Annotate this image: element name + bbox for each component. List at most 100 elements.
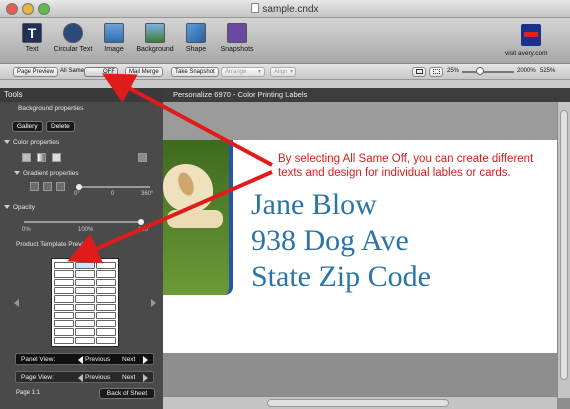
single-view-button[interactable] (412, 67, 426, 77)
template-cell[interactable] (54, 336, 74, 344)
template-preview[interactable] (51, 258, 119, 347)
toolbar-image-label: Image (104, 46, 124, 53)
template-cell[interactable] (75, 278, 95, 286)
opacity-mid-label: 100% (78, 227, 94, 233)
panel-previous-arrow-icon[interactable] (78, 356, 83, 364)
gradient-type-2[interactable] (43, 182, 52, 191)
address-line-street[interactable]: 938 Dog Ave (251, 224, 409, 258)
delete-button[interactable]: Delete (46, 121, 75, 132)
gradient-angle-slider[interactable] (78, 186, 150, 188)
template-cell[interactable] (75, 336, 95, 344)
arrange-dropdown[interactable]: Arrange ▾ (221, 67, 265, 77)
panel-previous-button[interactable]: Previous (85, 354, 110, 365)
circular-text-icon (63, 23, 83, 43)
template-cell[interactable] (54, 262, 74, 270)
template-cell[interactable] (54, 328, 74, 336)
toolbar-snapshots-button[interactable]: Snapshots (207, 23, 267, 53)
template-cell[interactable] (96, 320, 116, 328)
panel-next-arrow-icon[interactable] (143, 356, 148, 364)
template-cell[interactable] (96, 336, 116, 344)
template-cell[interactable] (54, 311, 74, 320)
zoom-slider-knob[interactable] (476, 67, 484, 75)
gradient-angle-knob[interactable] (76, 184, 82, 190)
opacity-heading[interactable]: Opacity (4, 204, 35, 211)
back-of-sheet-button[interactable]: Back of Sheet (99, 388, 155, 399)
gallery-button[interactable]: Gallery (12, 121, 43, 132)
tools-sidebar: Tools Background properties Gallery Dele… (0, 88, 163, 409)
zoom-slider[interactable] (462, 71, 514, 73)
template-cell[interactable] (75, 320, 95, 328)
avery-logo[interactable] (521, 24, 541, 46)
template-cell[interactable] (75, 311, 95, 320)
preview-next-arrow-icon[interactable] (151, 299, 156, 307)
gradient-properties-heading[interactable]: Gradient properties (14, 170, 79, 177)
avery-link[interactable]: visit avery.com (505, 50, 548, 57)
gradient-type-1[interactable] (30, 182, 39, 191)
template-cell[interactable] (54, 286, 74, 295)
snapshots-icon (227, 23, 247, 43)
page-view-nav: Page View: Previous Next (15, 371, 154, 383)
align-dropdown[interactable]: Align ▾ (270, 67, 296, 77)
horizontal-scrollbar[interactable] (163, 396, 557, 409)
template-cell[interactable] (54, 270, 74, 278)
mail-merge-button[interactable]: Mail Merge (125, 67, 163, 77)
page-next-button[interactable]: Next (122, 372, 135, 383)
workspace: Personalize 6970 - Color Printing Labels… (163, 88, 570, 409)
template-cell[interactable] (96, 278, 116, 286)
page-previous-button[interactable]: Previous (85, 372, 110, 383)
template-cell[interactable] (96, 311, 116, 320)
page-number: Page 1:1 (16, 390, 41, 396)
template-cell[interactable] (96, 270, 116, 278)
template-cell[interactable] (96, 303, 116, 311)
toolbar-shape-label: Shape (185, 46, 207, 53)
fill-color-swatch[interactable] (22, 153, 31, 162)
template-cell[interactable] (96, 286, 116, 295)
template-cell[interactable] (75, 303, 95, 311)
pattern-swatch[interactable] (52, 153, 61, 162)
page-previous-arrow-icon[interactable] (78, 374, 83, 382)
vertical-scrollbar[interactable] (557, 102, 570, 398)
template-cell[interactable] (54, 303, 74, 311)
color-properties-heading[interactable]: Color properties (4, 139, 59, 146)
grid-view-button[interactable] (429, 67, 443, 77)
main-toolbar: T Text Circular Text Image Background Sh… (0, 18, 570, 64)
align-label: Align (274, 69, 288, 75)
opacity-slider-knob[interactable] (138, 219, 144, 225)
opacity-slider[interactable] (24, 221, 144, 223)
horizontal-scroll-thumb[interactable] (267, 399, 449, 407)
template-cell[interactable] (96, 328, 116, 336)
gradient-swatch[interactable] (37, 153, 46, 162)
page-next-arrow-icon[interactable] (143, 374, 148, 382)
template-cell[interactable] (54, 320, 74, 328)
page-preview-button[interactable]: Page Preview (13, 67, 59, 77)
shape-icon (186, 23, 206, 43)
preview-prev-arrow-icon[interactable] (14, 299, 19, 307)
background-icon (145, 23, 165, 43)
toolbar-divider (0, 80, 570, 88)
disclosure-triangle-icon (14, 171, 20, 175)
template-cell[interactable] (75, 295, 95, 303)
toggle-off-label: OFF (103, 69, 115, 75)
template-cell[interactable] (75, 286, 95, 295)
color-picker-swatch[interactable] (138, 153, 147, 162)
vertical-scroll-thumb[interactable] (560, 110, 568, 380)
template-cell[interactable] (75, 262, 95, 270)
product-template-preview-heading: Product Template Preview (16, 241, 92, 248)
template-cell[interactable] (96, 262, 116, 270)
all-same-toggle[interactable]: OFF (84, 67, 118, 77)
template-cell[interactable] (75, 270, 95, 278)
gradient-type-3[interactable] (56, 182, 65, 191)
panel-next-button[interactable]: Next (122, 354, 135, 365)
template-cell[interactable] (54, 295, 74, 303)
address-line-city[interactable]: State Zip Code (251, 260, 431, 294)
address-line-name[interactable]: Jane Blow (251, 188, 377, 222)
opacity-max-label: 100 (138, 227, 149, 233)
tools-header: Tools (0, 88, 163, 102)
page-view-label: Page View: (21, 374, 54, 381)
template-cell[interactable] (54, 278, 74, 286)
dog-photo[interactable] (163, 140, 233, 295)
take-snapshot-button[interactable]: Take Snapshot (171, 67, 219, 77)
template-cell[interactable] (75, 328, 95, 336)
gradient-min-label: 0° (74, 191, 80, 197)
template-cell[interactable] (96, 295, 116, 303)
